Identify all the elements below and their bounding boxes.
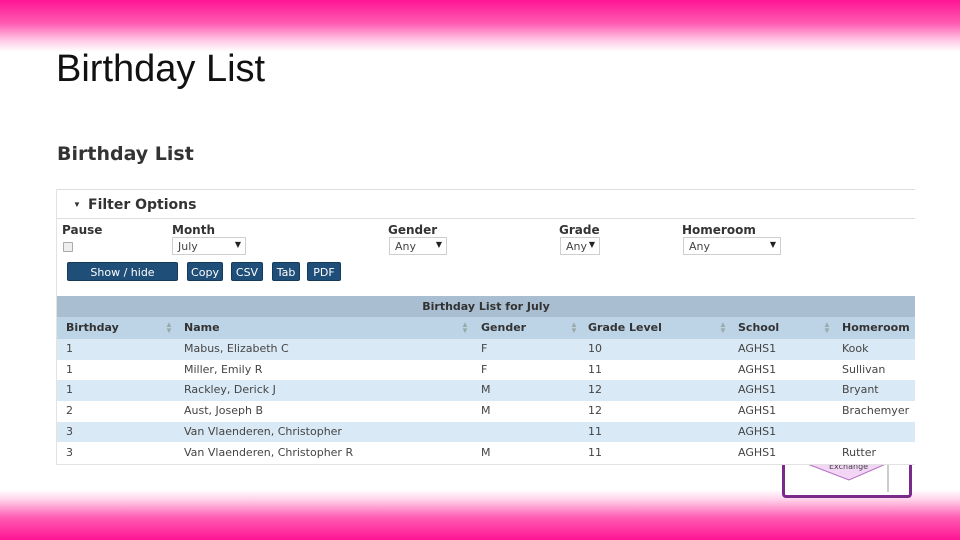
cell-birthday: 3 — [66, 424, 73, 438]
cell-grade-level: 12 — [588, 404, 602, 418]
copy-button[interactable]: Copy — [187, 262, 223, 281]
cell-gender: M — [481, 404, 491, 418]
month-select[interactable]: July ▼ — [172, 237, 246, 255]
cell-school: AGHS1 — [738, 342, 777, 355]
filter-options-title: Filter Options — [88, 197, 197, 213]
table-row[interactable]: 1 Rackley, Derick J M 12 AGHS1 Bryant — [57, 380, 915, 402]
column-header-homeroom[interactable]: Homeroom — [842, 317, 910, 339]
tab-button[interactable]: Tab — [272, 262, 300, 281]
cell-homeroom: Bryant — [842, 383, 879, 397]
table-row[interactable]: 3 Van Vlaenderen, Christopher R M 11 AGH… — [57, 442, 915, 464]
cell-school: AGHS1 — [738, 424, 777, 438]
dropdown-arrow-icon: ▼ — [769, 240, 776, 249]
cell-grade-level: 10 — [588, 342, 602, 355]
dropdown-arrow-icon: ▼ — [234, 240, 241, 249]
column-header-birthday[interactable]: Birthday — [66, 317, 119, 339]
sort-icon[interactable]: ▲ ▼ — [719, 321, 727, 335]
gender-select-value: Any — [395, 240, 417, 253]
table-row[interactable]: 3 Van Vlaenderen, Christopher 11 AGHS1 — [57, 421, 915, 443]
table-caption: Birthday List for July — [57, 296, 915, 317]
top-pink-band — [0, 0, 960, 52]
cell-gender: M — [481, 445, 491, 459]
slide-title: Birthday List — [56, 48, 266, 90]
cell-grade-level: 11 — [588, 362, 602, 376]
grade-select[interactable]: Any ▼ — [560, 237, 600, 255]
report-panel: ▼ Filter Options Pause Month July ▼ Gend… — [56, 189, 915, 465]
cell-gender: M — [481, 383, 491, 397]
cell-school: AGHS1 — [738, 362, 777, 376]
cell-grade-level: 11 — [588, 445, 602, 459]
homeroom-select-value: Any — [689, 240, 711, 253]
cell-school: AGHS1 — [738, 445, 777, 459]
cell-grade-level: 11 — [588, 424, 602, 438]
cell-name: Rackley, Derick J — [184, 383, 276, 397]
sort-icon[interactable]: ▲ ▼ — [461, 321, 469, 335]
homeroom-select[interactable]: Any ▼ — [683, 237, 781, 255]
table-row[interactable]: 1 Mabus, Elizabeth C F 10 AGHS1 Kook — [57, 339, 915, 360]
cell-school: AGHS1 — [738, 383, 777, 397]
month-select-value: July — [178, 240, 198, 253]
cell-gender: F — [481, 342, 488, 355]
show-hide-columns-button[interactable]: Show / hide columns — [67, 262, 178, 298]
cell-homeroom: Rutter — [842, 445, 877, 459]
dropdown-arrow-icon: ▼ — [435, 240, 442, 249]
pause-checkbox[interactable] — [63, 242, 73, 252]
caret-down-icon: ▼ — [73, 200, 81, 209]
gender-select[interactable]: Any ▼ — [389, 237, 447, 255]
table-row[interactable]: 2 Aust, Joseph B M 12 AGHS1 Brachemyer — [57, 401, 915, 422]
cell-name: Miller, Emily R — [184, 362, 263, 376]
dropdown-arrow-icon: ▼ — [588, 240, 595, 249]
cell-birthday: 1 — [66, 383, 73, 397]
cell-grade-level: 12 — [588, 383, 602, 397]
csv-button[interactable]: CSV — [231, 262, 263, 281]
grade-label: Grade — [559, 223, 600, 237]
cell-birthday: 1 — [66, 342, 73, 355]
pdf-button[interactable]: PDF — [307, 262, 341, 281]
cell-name: Aust, Joseph B — [184, 404, 264, 418]
cell-birthday: 3 — [66, 445, 73, 459]
column-header-name[interactable]: Name — [184, 317, 220, 339]
filter-options-toggle[interactable]: ▼ Filter Options — [57, 189, 915, 219]
sort-icon[interactable]: ▲ ▼ — [823, 321, 831, 335]
column-header-gender[interactable]: Gender — [481, 317, 526, 339]
table-header-row: Birthday ▲ ▼ Name ▲ ▼ Gender ▲ ▼ Grade Leve… — [57, 317, 915, 339]
cell-homeroom: Brachemyer — [842, 404, 910, 418]
homeroom-label: Homeroom — [682, 223, 756, 237]
sort-icon[interactable]: ▲ ▼ — [570, 321, 578, 335]
cell-birthday: 1 — [66, 362, 73, 376]
cell-homeroom: Kook — [842, 342, 869, 355]
sort-icon[interactable]: ▲ ▼ — [165, 321, 173, 335]
cell-birthday: 2 — [66, 404, 73, 418]
cell-name: Van Vlaenderen, Christopher R — [184, 445, 354, 459]
cell-homeroom: Sullivan — [842, 362, 886, 376]
grade-select-value: Any — [566, 240, 588, 253]
table-row[interactable]: 1 Miller, Emily R F 11 AGHS1 Sullivan — [57, 359, 915, 381]
gender-label: Gender — [388, 223, 438, 237]
cell-name: Mabus, Elizabeth C — [184, 342, 289, 355]
pause-label: Pause — [62, 223, 103, 237]
report-title: Birthday List — [57, 143, 194, 165]
column-header-school[interactable]: School — [738, 317, 779, 339]
cell-school: AGHS1 — [738, 404, 777, 418]
column-header-grade-level[interactable]: Grade Level — [588, 317, 662, 339]
month-label: Month — [172, 223, 216, 237]
cell-gender: F — [481, 362, 488, 376]
cell-name: Van Vlaenderen, Christopher — [184, 424, 342, 438]
